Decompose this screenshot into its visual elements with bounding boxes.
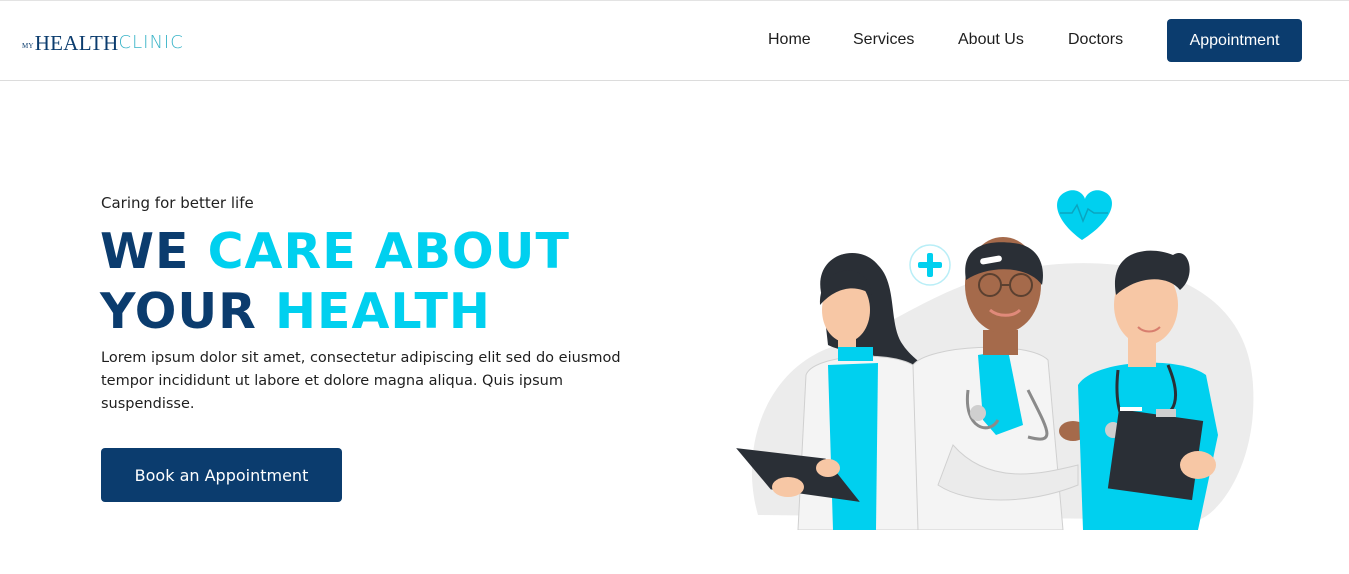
- heart-icon: [1057, 190, 1113, 240]
- logo-health-text: HEALTH: [34, 31, 119, 55]
- logo-clinic-text: CLINIC: [118, 32, 184, 53]
- headline-health: HEALTH: [274, 283, 491, 340]
- nav-link-doctors[interactable]: Doctors: [1068, 31, 1123, 49]
- hero-tagline: Caring for better life: [101, 194, 254, 212]
- hero-headline: WE CARE ABOUT YOUR HEALTH: [100, 222, 660, 342]
- nav-link-services[interactable]: Services: [853, 31, 914, 49]
- book-appointment-button[interactable]: Book an Appointment: [101, 448, 342, 502]
- nav-link-home[interactable]: Home: [768, 31, 811, 49]
- headline-your: YOUR: [100, 283, 257, 340]
- navbar: MY HEALTH CLINIC Home Services About Us …: [0, 1, 1349, 81]
- doctors-illustration: [736, 190, 1254, 530]
- logo-my-text: MY: [22, 42, 34, 50]
- headline-care-about: CARE ABOUT: [207, 223, 570, 280]
- headline-we: WE: [100, 223, 190, 280]
- appointment-button[interactable]: Appointment: [1167, 19, 1302, 62]
- logo[interactable]: MY HEALTH CLINIC: [22, 28, 184, 54]
- plus-icon: [909, 244, 951, 286]
- nav-link-about-us[interactable]: About Us: [958, 31, 1024, 49]
- hero-description: Lorem ipsum dolor sit amet, consectetur …: [101, 350, 621, 412]
